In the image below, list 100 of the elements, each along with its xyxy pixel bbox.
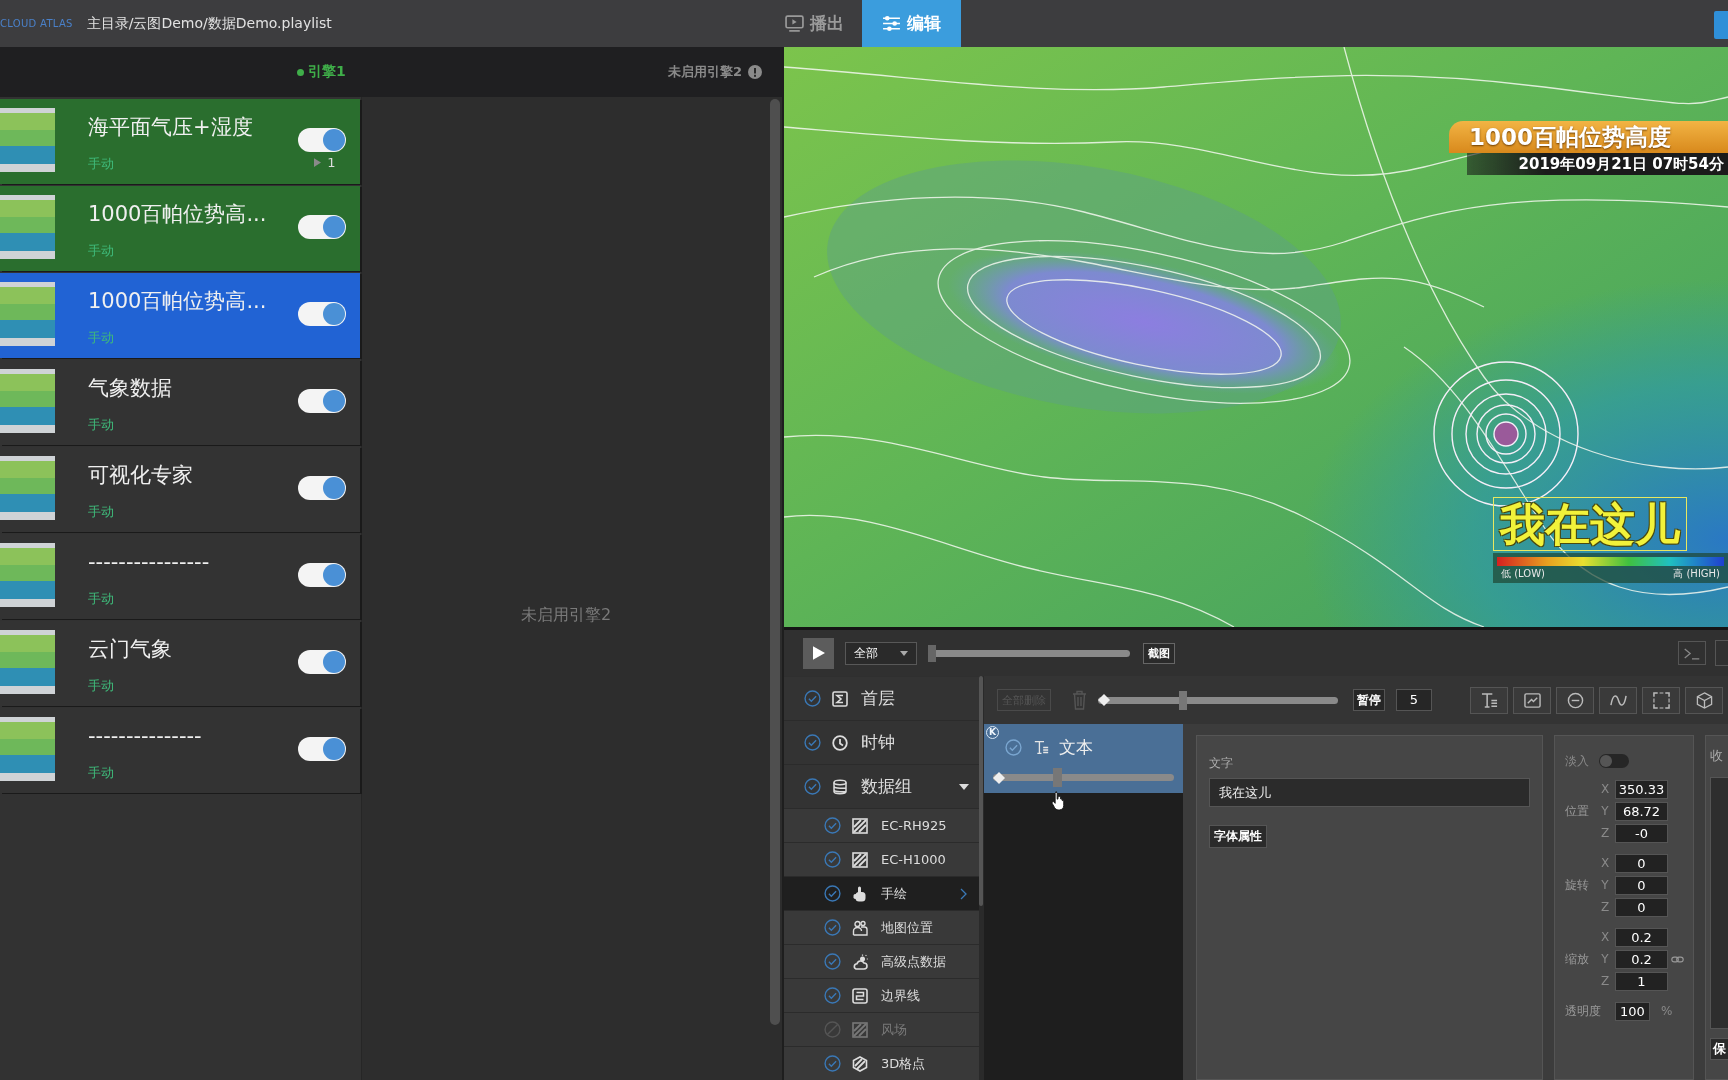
axis-label: Y <box>1600 804 1610 818</box>
playlist-item[interactable]: 1000百帕位势高... 手动 <box>0 273 360 358</box>
layer-item[interactable]: 手绘 <box>784 877 979 911</box>
engine-name: 引擎1 <box>308 63 346 81</box>
fade-in-toggle[interactable] <box>1599 754 1629 768</box>
number-field[interactable]: 1 <box>1615 971 1668 991</box>
app-logo: CLOUD ATLAS <box>0 18 73 29</box>
toggle-switch[interactable] <box>298 389 346 413</box>
mode-label: 手动 <box>88 678 114 694</box>
number-field[interactable]: 68.72 <box>1615 801 1668 821</box>
tool-button[interactable] <box>1556 686 1594 714</box>
layer-item[interactable]: 数据组 <box>784 765 979 809</box>
layer-item[interactable]: 首层 <box>784 677 979 721</box>
hatched-square-icon <box>852 817 868 834</box>
number-field[interactable]: 0 <box>1615 875 1668 895</box>
clip-slider[interactable] <box>993 768 1174 787</box>
sigma-box-icon <box>832 690 848 707</box>
layer-item[interactable]: 3D格点 <box>784 1047 979 1080</box>
mode-label: 手动 <box>88 156 114 172</box>
toggle-switch[interactable] <box>298 476 346 500</box>
check-circle-icon[interactable] <box>804 778 821 795</box>
link-icon[interactable] <box>1671 955 1684 963</box>
mode-tab[interactable]: 播出 <box>782 0 862 47</box>
layer-label: 时钟 <box>861 731 896 754</box>
minus-circle-icon <box>1566 691 1584 709</box>
caret-down-icon[interactable] <box>959 783 969 790</box>
play-button[interactable] <box>803 637 834 669</box>
toggle-switch[interactable] <box>298 302 346 326</box>
layer-item[interactable]: 时钟 <box>784 721 979 765</box>
number-field[interactable]: 0 <box>1615 853 1668 873</box>
number-field[interactable]: 0.2 <box>1615 949 1668 969</box>
tool-button[interactable] <box>1599 686 1637 714</box>
check-circle-icon[interactable] <box>804 734 821 751</box>
toggle-switch[interactable] <box>298 563 346 587</box>
check-circle-icon[interactable] <box>824 987 841 1004</box>
toggle-switch[interactable] <box>298 650 346 674</box>
duration-field[interactable]: 5 <box>1396 689 1432 711</box>
check-circle-icon[interactable] <box>824 953 841 970</box>
keyframe-diamond-icon[interactable] <box>1098 694 1110 706</box>
layer-item[interactable]: 高级点数据 <box>784 945 979 979</box>
engine-label[interactable]: 引擎1 <box>297 63 346 81</box>
chevron-right-icon[interactable] <box>960 887 967 900</box>
scrollbar-thumb[interactable] <box>979 676 983 906</box>
timeline-slider[interactable] <box>1098 690 1338 710</box>
number-field[interactable]: 100 <box>1615 1001 1650 1021</box>
toggle-switch[interactable] <box>298 737 346 761</box>
check-circle-icon[interactable] <box>824 1055 841 1072</box>
seek-handle[interactable] <box>928 644 936 662</box>
number-field[interactable]: -0 <box>1615 823 1668 843</box>
map-thumbnail <box>0 630 55 694</box>
toggle-switch[interactable] <box>298 215 346 239</box>
play-count: 1 <box>327 155 336 170</box>
tool-button[interactable] <box>1685 686 1723 714</box>
legend-low-label: 低 (LOW) <box>1501 567 1545 580</box>
playlist-item[interactable]: 海平面气压+湿度 手动 1 <box>0 99 360 184</box>
tool-button[interactable] <box>1642 686 1680 714</box>
number-field[interactable]: 350.33 <box>1615 779 1668 799</box>
unit-label: % <box>1661 1004 1673 1018</box>
range-dropdown[interactable]: 全部 <box>845 641 917 665</box>
opacity-label: 透明度 <box>1565 1002 1602 1020</box>
playlist-title: 1000百帕位势高... <box>88 201 267 228</box>
tool-button[interactable] <box>1513 686 1551 714</box>
seek-slider[interactable] <box>928 644 1130 662</box>
snapshot-button[interactable]: 截图 <box>1143 642 1175 664</box>
font-properties-button[interactable]: 字体属性 <box>1209 825 1267 848</box>
pause-button[interactable]: 暂停 <box>1353 689 1385 711</box>
info-icon[interactable] <box>748 65 762 79</box>
caret-icon <box>900 650 908 656</box>
playlist-title: 海平面气压+湿度 <box>88 114 253 141</box>
toggle-switch[interactable] <box>298 128 346 152</box>
frame-icon <box>1652 691 1670 709</box>
layer-item[interactable]: EC-RH925 <box>784 809 979 843</box>
group-label: 缩放 <box>1565 950 1590 968</box>
terminal-button[interactable] <box>1678 641 1706 665</box>
clip-handle[interactable] <box>1053 768 1063 787</box>
engine-name: 未启用引擎2 <box>667 63 742 81</box>
layer-label: 风场 <box>881 1020 908 1039</box>
number-field[interactable]: 0 <box>1615 897 1668 917</box>
layer-item[interactable]: EC-H1000 <box>784 843 979 877</box>
timeline-handle[interactable] <box>1179 690 1188 710</box>
layer-label: 高级点数据 <box>881 952 947 971</box>
check-circle-icon[interactable] <box>824 817 841 834</box>
database-icon <box>832 778 848 795</box>
group-label: 位置 <box>1565 802 1590 820</box>
people-icon <box>852 919 868 936</box>
scrollbar-thumb[interactable] <box>770 99 780 1025</box>
clip-item[interactable]: K 文本 <box>984 724 1183 793</box>
playlist-title: 可视化专家 <box>88 462 193 489</box>
text-input[interactable]: 我在这儿 <box>1209 778 1530 807</box>
playlist-item[interactable]: 1000百帕位势高... 手动 <box>0 186 360 271</box>
tool-button[interactable] <box>1470 686 1508 714</box>
number-field[interactable]: 0.2 <box>1615 927 1668 947</box>
layer-item[interactable]: 地图位置 <box>784 911 979 945</box>
check-circle-icon[interactable] <box>824 885 841 902</box>
check-circle-icon[interactable] <box>1005 739 1022 756</box>
check-circle-icon[interactable] <box>824 919 841 936</box>
layer-item[interactable]: 边界线 <box>784 979 979 1013</box>
save-button[interactable]: 保 <box>1710 1038 1728 1060</box>
check-circle-icon[interactable] <box>804 690 821 707</box>
check-circle-icon[interactable] <box>824 851 841 868</box>
